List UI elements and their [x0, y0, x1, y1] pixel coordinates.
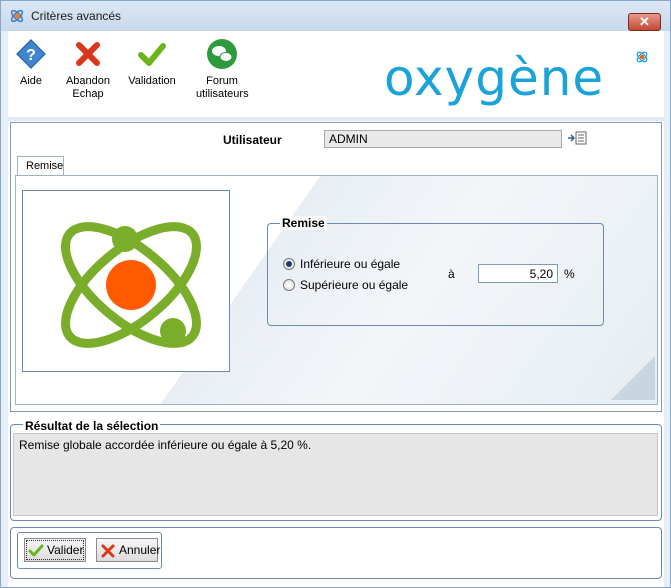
validation-label: Validation	[128, 75, 176, 87]
valider-button[interactable]: Valider	[24, 538, 86, 562]
svg-text:?: ?	[26, 47, 36, 64]
radio-superieure[interactable]: Supérieure ou égale	[283, 278, 408, 292]
toolbar: ? Aide Abandon Echap Validation Forum ut	[8, 31, 664, 117]
remise-value-input[interactable]: 5,20	[478, 264, 558, 283]
user-field[interactable]: ADMIN	[324, 130, 562, 148]
dialog-window: Critères avancés ✕ ? Aide Abandon Echap …	[0, 0, 671, 588]
abandon-label: Abandon	[65, 75, 111, 87]
logo-text: oxygène	[384, 49, 604, 107]
forum-label: Forum	[206, 75, 238, 87]
cancel-icon	[101, 544, 115, 558]
result-title: Résultat de la sélection	[23, 419, 161, 433]
radio-superieure-label: Supérieure ou égale	[300, 278, 409, 292]
radio-unselected-indicator[interactable]	[283, 279, 295, 291]
user-label: Utilisateur	[223, 133, 282, 147]
annuler-label: Annuler	[119, 543, 161, 557]
annuler-button[interactable]: Annuler	[96, 538, 161, 562]
abandon-shortcut-label: Echap	[72, 88, 104, 100]
list-picker-icon[interactable]	[567, 130, 587, 146]
a-label: à	[448, 267, 455, 281]
forum-icon	[207, 39, 237, 69]
result-text: Remise globale accordée inférieure ou ég…	[13, 433, 658, 516]
remise-group-title: Remise	[280, 216, 327, 230]
valider-label: Valider	[47, 543, 84, 557]
close-button[interactable]: ✕	[628, 13, 661, 31]
forum-button[interactable]: Forum utilisateurs	[196, 37, 249, 101]
help-label: Aide	[19, 75, 43, 87]
atom-icon	[60, 222, 202, 348]
percent-unit: %	[564, 267, 575, 281]
radio-selected-indicator[interactable]	[283, 258, 295, 270]
oxygene-logo: oxygène	[384, 49, 648, 107]
help-button[interactable]: ? Aide	[12, 37, 50, 88]
validation-button[interactable]: Validation	[126, 37, 178, 88]
checkmark-icon	[138, 43, 166, 66]
forum-label-2: utilisateurs	[196, 88, 249, 100]
help-icon: ?	[16, 39, 46, 69]
atom-image	[22, 190, 230, 372]
window-title: Critères avancés	[31, 9, 122, 23]
resize-corner-decoration	[611, 356, 655, 400]
radio-inferieure[interactable]: Inférieure ou égale	[283, 257, 400, 271]
radio-inferieure-label: Inférieure ou égale	[300, 257, 401, 271]
tab-remise[interactable]: Remise	[17, 156, 64, 176]
checkmark-icon	[28, 544, 44, 557]
abandon-button[interactable]: Abandon Echap	[64, 37, 112, 101]
title-bar: Critères avancés	[1, 1, 670, 31]
app-icon	[10, 9, 24, 23]
cancel-icon	[76, 42, 100, 66]
